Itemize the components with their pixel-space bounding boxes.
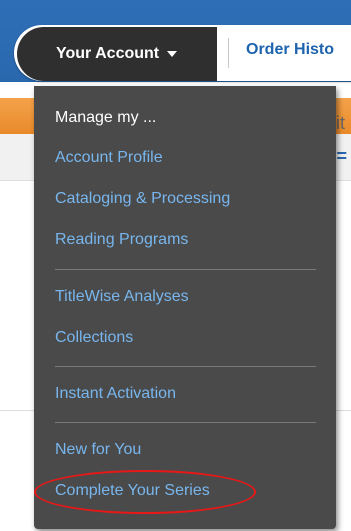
menu-item-reading-programs[interactable]: Reading Programs bbox=[55, 231, 188, 249]
your-account-menu-button[interactable]: Your Account bbox=[17, 27, 217, 81]
menu-divider bbox=[55, 422, 316, 423]
menu-item-titlewise-analyses[interactable]: TitleWise Analyses bbox=[55, 288, 189, 306]
your-account-label: Your Account bbox=[56, 45, 160, 62]
menu-item-cataloging-processing[interactable]: Cataloging & Processing bbox=[55, 190, 230, 208]
menu-item-new-for-you[interactable]: New for You bbox=[55, 441, 141, 459]
menu-item-collections[interactable]: Collections bbox=[55, 329, 133, 347]
background-text-fragment: it bbox=[336, 113, 345, 133]
background-icon-fragment: = bbox=[336, 146, 347, 166]
menu-section-header: Manage my ... bbox=[55, 109, 157, 126]
menu-divider bbox=[55, 269, 316, 270]
menu-item-account-profile[interactable]: Account Profile bbox=[55, 149, 163, 167]
account-dropdown-menu: Manage my ... Account Profile Cataloging… bbox=[34, 86, 336, 529]
red-highlight-circle bbox=[34, 470, 256, 514]
menu-divider bbox=[55, 366, 316, 367]
order-history-link[interactable]: Order Histo bbox=[246, 41, 334, 59]
caret-down-icon bbox=[167, 51, 178, 57]
menu-item-instant-activation[interactable]: Instant Activation bbox=[55, 385, 176, 403]
page: it = Your Account Order Histo Manage my … bbox=[0, 0, 351, 531]
nav-separator bbox=[228, 38, 229, 68]
